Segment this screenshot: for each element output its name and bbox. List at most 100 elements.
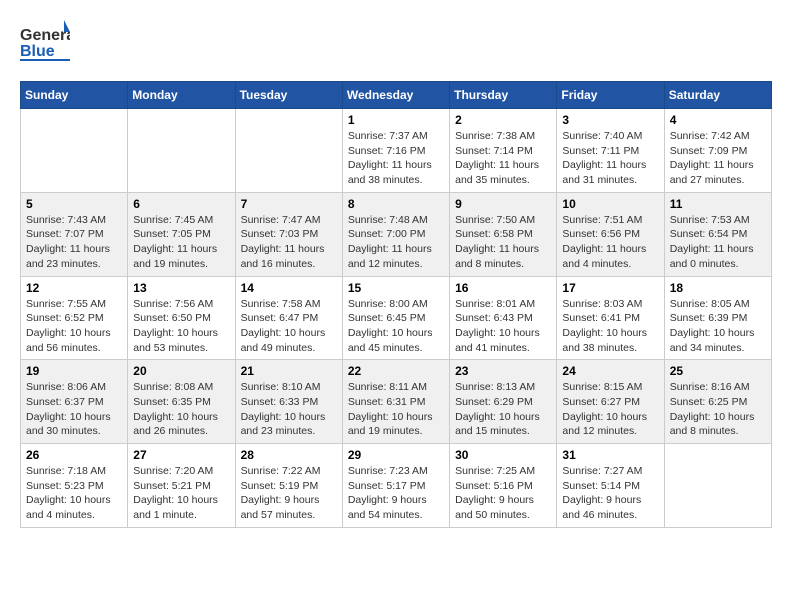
day-info: Sunrise: 7:37 AMSunset: 7:16 PMDaylight:… [348,129,444,188]
calendar-day-28: 28 Sunrise: 7:22 AMSunset: 5:19 PMDayligh… [235,444,342,528]
calendar-day-26: 26 Sunrise: 7:18 AMSunset: 5:23 PMDayligh… [21,444,128,528]
weekday-header-monday: Monday [128,82,235,109]
calendar-day-31: 31 Sunrise: 7:27 AMSunset: 5:14 PMDayligh… [557,444,664,528]
day-number: 31 [562,448,658,462]
day-info: Sunrise: 8:13 AMSunset: 6:29 PMDaylight:… [455,380,551,439]
day-info: Sunrise: 7:58 AMSunset: 6:47 PMDaylight:… [241,297,337,356]
calendar-day-20: 20 Sunrise: 8:08 AMSunset: 6:35 PMDayligh… [128,360,235,444]
day-info: Sunrise: 7:38 AMSunset: 7:14 PMDaylight:… [455,129,551,188]
day-number: 13 [133,281,229,295]
day-info: Sunrise: 7:22 AMSunset: 5:19 PMDaylight:… [241,464,337,523]
day-number: 20 [133,364,229,378]
weekday-header-friday: Friday [557,82,664,109]
calendar-day-30: 30Sunrise: 7:25 AMSunset: 5:16 PMDayligh… [450,444,557,528]
calendar-header-row: SundayMondayTuesdayWednesdayThursdayFrid… [21,82,772,109]
calendar-empty-cell [128,109,235,193]
day-info: Sunrise: 7:50 AMSunset: 6:58 PMDaylight:… [455,213,551,272]
calendar-day-23: 23 Sunrise: 8:13 AMSunset: 6:29 PMDayligh… [450,360,557,444]
day-info: Sunrise: 7:23 AMSunset: 5:17 PMDaylight:… [348,464,444,523]
day-info: Sunrise: 8:10 AMSunset: 6:33 PMDaylight:… [241,380,337,439]
day-number: 4 [670,113,766,127]
calendar-day-12: 12Sunrise: 7:55 AMSunset: 6:52 PMDayligh… [21,276,128,360]
day-number: 7 [241,197,337,211]
calendar-day-21: 21 Sunrise: 8:10 AMSunset: 6:33 PMDayligh… [235,360,342,444]
calendar-day-6: 6Sunrise: 7:45 AMSunset: 7:05 PMDaylight… [128,192,235,276]
calendar-day-27: 27 Sunrise: 7:20 AMSunset: 5:21 PMDayligh… [128,444,235,528]
day-number: 15 [348,281,444,295]
day-info: Sunrise: 8:05 AMSunset: 6:39 PMDaylight:… [670,297,766,356]
weekday-header-wednesday: Wednesday [342,82,449,109]
day-info: Sunrise: 7:20 AMSunset: 5:21 PMDaylight:… [133,464,229,523]
day-number: 1 [348,113,444,127]
day-number: 6 [133,197,229,211]
calendar-day-22: 22 Sunrise: 8:11 AMSunset: 6:31 PMDayligh… [342,360,449,444]
svg-text:General: General [20,27,70,44]
day-info: Sunrise: 8:00 AMSunset: 6:45 PMDaylight:… [348,297,444,356]
day-info: Sunrise: 7:40 AMSunset: 7:11 PMDaylight:… [562,129,658,188]
calendar-day-18: 18Sunrise: 8:05 AMSunset: 6:39 PMDayligh… [664,276,771,360]
day-number: 23 [455,364,551,378]
day-number: 10 [562,197,658,211]
day-info: Sunrise: 8:03 AMSunset: 6:41 PMDaylight:… [562,297,658,356]
calendar-day-19: 19 Sunrise: 8:06 AMSunset: 6:37 PMDayligh… [21,360,128,444]
calendar-day-11: 11 Sunrise: 7:53 AMSunset: 6:54 PMDayligh… [664,192,771,276]
calendar-week-1: 1 Sunrise: 7:37 AMSunset: 7:16 PMDaylight… [21,109,772,193]
calendar-day-3: 3 Sunrise: 7:40 AMSunset: 7:11 PMDaylight… [557,109,664,193]
weekday-header-sunday: Sunday [21,82,128,109]
day-number: 17 [562,281,658,295]
weekday-header-tuesday: Tuesday [235,82,342,109]
day-info: Sunrise: 8:08 AMSunset: 6:35 PMDaylight:… [133,380,229,439]
calendar-day-16: 16 Sunrise: 8:01 AMSunset: 6:43 PMDayligh… [450,276,557,360]
day-number: 5 [26,197,122,211]
calendar-week-3: 12Sunrise: 7:55 AMSunset: 6:52 PMDayligh… [21,276,772,360]
calendar-week-4: 19 Sunrise: 8:06 AMSunset: 6:37 PMDayligh… [21,360,772,444]
day-info: Sunrise: 7:27 AMSunset: 5:14 PMDaylight:… [562,464,658,523]
day-number: 29 [348,448,444,462]
day-info: Sunrise: 7:56 AMSunset: 6:50 PMDaylight:… [133,297,229,356]
day-info: Sunrise: 8:06 AMSunset: 6:37 PMDaylight:… [26,380,122,439]
calendar-day-9: 9 Sunrise: 7:50 AMSunset: 6:58 PMDaylight… [450,192,557,276]
calendar-day-13: 13 Sunrise: 7:56 AMSunset: 6:50 PMDayligh… [128,276,235,360]
day-info: Sunrise: 7:43 AMSunset: 7:07 PMDaylight:… [26,213,122,272]
day-info: Sunrise: 8:11 AMSunset: 6:31 PMDaylight:… [348,380,444,439]
calendar-day-17: 17 Sunrise: 8:03 AMSunset: 6:41 PMDayligh… [557,276,664,360]
day-number: 3 [562,113,658,127]
day-info: Sunrise: 7:42 AMSunset: 7:09 PMDaylight:… [670,129,766,188]
day-number: 21 [241,364,337,378]
day-number: 16 [455,281,551,295]
calendar-day-5: 5 Sunrise: 7:43 AMSunset: 7:07 PMDaylight… [21,192,128,276]
logo: General Blue [20,20,70,65]
day-number: 14 [241,281,337,295]
day-number: 8 [348,197,444,211]
calendar-day-15: 15 Sunrise: 8:00 AMSunset: 6:45 PMDayligh… [342,276,449,360]
weekday-header-thursday: Thursday [450,82,557,109]
day-number: 22 [348,364,444,378]
calendar-day-2: 2Sunrise: 7:38 AMSunset: 7:14 PMDaylight… [450,109,557,193]
calendar-empty-cell [21,109,128,193]
calendar-day-4: 4 Sunrise: 7:42 AMSunset: 7:09 PMDaylight… [664,109,771,193]
calendar-day-25: 25Sunrise: 8:16 AMSunset: 6:25 PMDayligh… [664,360,771,444]
calendar-day-8: 8 Sunrise: 7:48 AMSunset: 7:00 PMDaylight… [342,192,449,276]
calendar-empty-cell [664,444,771,528]
calendar-table: SundayMondayTuesdayWednesdayThursdayFrid… [20,81,772,528]
day-number: 19 [26,364,122,378]
day-number: 11 [670,197,766,211]
day-info: Sunrise: 7:18 AMSunset: 5:23 PMDaylight:… [26,464,122,523]
calendar-day-24: 24Sunrise: 8:15 AMSunset: 6:27 PMDayligh… [557,360,664,444]
day-number: 26 [26,448,122,462]
logo-icon: General Blue [20,20,70,65]
day-number: 28 [241,448,337,462]
day-info: Sunrise: 8:16 AMSunset: 6:25 PMDaylight:… [670,380,766,439]
calendar-day-10: 10Sunrise: 7:51 AMSunset: 6:56 PMDayligh… [557,192,664,276]
calendar-day-1: 1 Sunrise: 7:37 AMSunset: 7:16 PMDaylight… [342,109,449,193]
day-number: 9 [455,197,551,211]
calendar-day-7: 7 Sunrise: 7:47 AMSunset: 7:03 PMDaylight… [235,192,342,276]
day-info: Sunrise: 7:48 AMSunset: 7:00 PMDaylight:… [348,213,444,272]
day-info: Sunrise: 8:15 AMSunset: 6:27 PMDaylight:… [562,380,658,439]
day-info: Sunrise: 7:53 AMSunset: 6:54 PMDaylight:… [670,213,766,272]
day-info: Sunrise: 8:01 AMSunset: 6:43 PMDaylight:… [455,297,551,356]
calendar-week-5: 26 Sunrise: 7:18 AMSunset: 5:23 PMDayligh… [21,444,772,528]
page-header: General Blue [20,20,772,65]
day-number: 27 [133,448,229,462]
day-info: Sunrise: 7:47 AMSunset: 7:03 PMDaylight:… [241,213,337,272]
